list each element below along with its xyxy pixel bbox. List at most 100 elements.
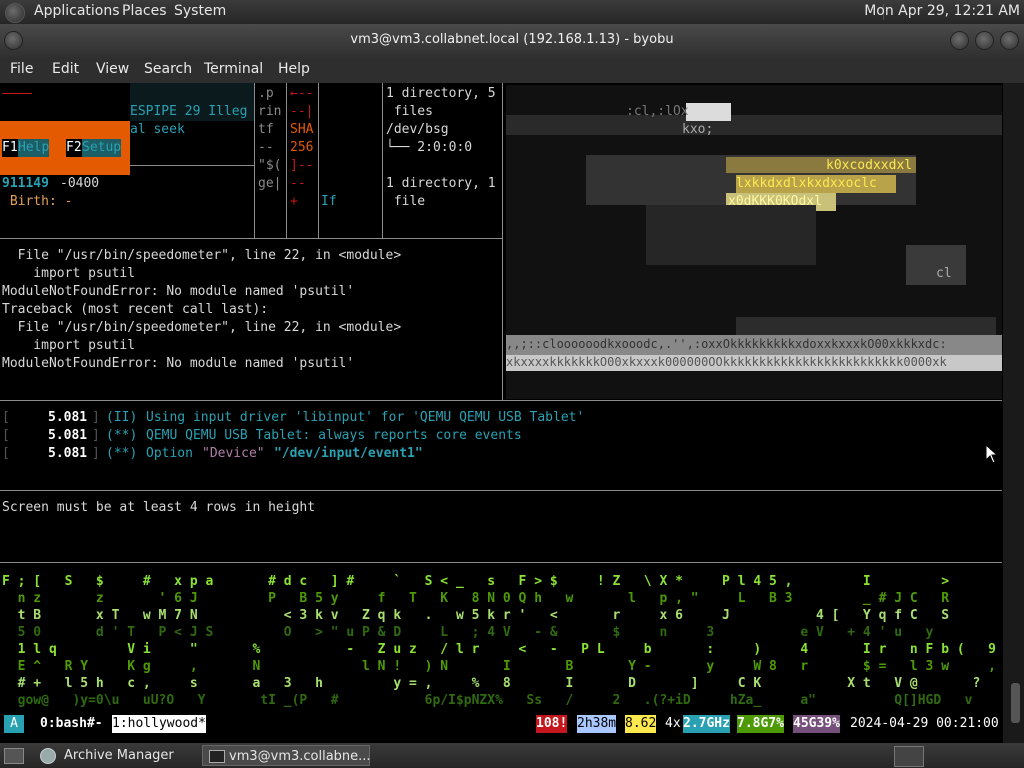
errno-line1: ESPIPE 29 Illeg bbox=[130, 104, 248, 119]
errno-line2: al seek bbox=[130, 122, 185, 137]
pane-divider bbox=[318, 83, 319, 238]
pane-divider bbox=[382, 83, 383, 238]
f2-label[interactable]: Setup bbox=[82, 139, 122, 157]
narrow-text: ←-- bbox=[290, 86, 314, 101]
cpu-freq: 2.7GHz bbox=[683, 715, 730, 733]
maximize-button[interactable] bbox=[975, 31, 994, 50]
traceback-line: import psutil bbox=[2, 338, 136, 353]
close-button[interactable] bbox=[1000, 31, 1019, 50]
tree-line: 1 directory, 5 bbox=[386, 86, 496, 101]
memory: 7.8G7% bbox=[737, 715, 784, 733]
dmesg-text: Using input driver 'libinput' for 'QEMU … bbox=[146, 410, 585, 425]
tree-line: files bbox=[386, 104, 433, 119]
window-tab-1[interactable]: 1:hollywood* bbox=[112, 715, 206, 733]
dmesg-value: "/dev/input/event1" bbox=[274, 446, 423, 461]
narrow-text: "$( bbox=[258, 158, 282, 173]
matrix-line: E ^ R Y K g , N l N ! ) N I B Y - y W 8 … bbox=[2, 659, 996, 674]
matrix-line: gow@ )y=0\u uU?O Y tI _(P # 6p/I$pNZX% S… bbox=[2, 693, 1024, 708]
matrix-line: t B x T w M 7 N < 3 k v Z q k . w 5 k r … bbox=[2, 608, 950, 623]
birth-line: Birth: - bbox=[2, 194, 73, 209]
menu-help[interactable]: Help bbox=[278, 61, 310, 77]
menu-file[interactable]: File bbox=[10, 61, 33, 77]
traceback-line: ModuleNotFoundError: No module named 'ps… bbox=[2, 356, 355, 371]
dmesg-level: (**) bbox=[106, 428, 138, 443]
applications-menu-icon[interactable] bbox=[5, 3, 25, 23]
workspace-switcher[interactable] bbox=[894, 746, 924, 767]
screen-message: Screen must be at least 4 rows in height bbox=[2, 500, 316, 515]
narrow-pane-3: If bbox=[321, 194, 337, 209]
ascii-text: :cl,:lOx bbox=[626, 104, 689, 119]
taskbar-item-terminal[interactable]: vm3@vm3.collabne... bbox=[202, 745, 371, 766]
minimize-button[interactable] bbox=[950, 31, 969, 50]
taskbar-item-label: vm3@vm3.collabne... bbox=[229, 749, 371, 764]
load-average: 8.62 bbox=[625, 715, 657, 733]
ascii-text: xkxxxxkkkkkkkO00xkxxxk000000OOkkkkkkkkkk… bbox=[506, 355, 947, 369]
dmesg-bracket: ] bbox=[92, 446, 100, 461]
pane-divider bbox=[0, 400, 1002, 401]
places-menu[interactable]: Places bbox=[122, 3, 167, 19]
dmesg-timestamp: 5.081 bbox=[48, 410, 88, 425]
menu-search[interactable]: Search bbox=[144, 61, 192, 77]
applications-menu[interactable]: Applications bbox=[34, 3, 120, 19]
cpu-cores: 4x bbox=[665, 716, 681, 731]
narrow-text: -- bbox=[290, 176, 306, 191]
updates-badge: 108! bbox=[536, 715, 568, 733]
dmesg-bracket: ] bbox=[92, 428, 100, 443]
traceback-line: File "/usr/bin/speedometer", line 22, in… bbox=[2, 248, 402, 263]
window-tab-0[interactable]: 0:bash#- bbox=[40, 715, 103, 733]
matrix-line: n z z ' 6 J P B 5 y f T K 8 N 0 Q h w l … bbox=[2, 591, 950, 606]
narrow-text: ge| bbox=[258, 176, 282, 191]
disk: 45G39% bbox=[793, 715, 840, 733]
pane-divider bbox=[254, 83, 255, 238]
ascii-text: ,,;::cloooooodkxooodc,.'',:oxxOkkkkkkkkk… bbox=[506, 337, 947, 351]
pane-divider bbox=[502, 83, 503, 401]
narrow-text: ]-- bbox=[290, 158, 314, 173]
f1-key[interactable]: F1 bbox=[2, 139, 18, 157]
taskbar-item-label: Archive Manager bbox=[64, 748, 174, 763]
tree-line: 1 directory, 1 bbox=[386, 176, 496, 191]
ascii-text: x0dKKK0KOdxl bbox=[728, 194, 822, 209]
taskbar-item-archive-manager[interactable]: Archive Manager bbox=[34, 745, 224, 766]
show-desktop-icon[interactable] bbox=[4, 748, 24, 764]
dmesg-level: (II) bbox=[106, 410, 138, 425]
terminal-scrollbar[interactable] bbox=[1003, 83, 1024, 743]
f2-key[interactable]: F2 bbox=[66, 139, 82, 157]
pane-divider bbox=[286, 83, 287, 238]
dmesg-text: QEMU QEMU USB Tablet: always reports cor… bbox=[146, 428, 522, 443]
dmesg-text: Option bbox=[146, 446, 201, 461]
narrow-text: + bbox=[290, 194, 298, 209]
dmesg-level: (**) bbox=[106, 446, 138, 461]
top-panel: Applications Places System Mon Apr 29, 1… bbox=[0, 0, 1024, 24]
clock[interactable]: Mon Apr 29, 12:21 AM bbox=[864, 3, 1020, 19]
terminal-area[interactable]: F1 Help F2 Setup 911149 -0400 Birth: - E… bbox=[0, 83, 1024, 743]
timestamp: 911149 bbox=[2, 176, 49, 191]
dmesg-timestamp: 5.081 bbox=[48, 446, 88, 461]
dmesg-timestamp: 5.081 bbox=[48, 428, 88, 443]
dmesg-bracket: [ bbox=[2, 446, 10, 461]
pane-divider bbox=[0, 562, 1002, 563]
menu-edit[interactable]: Edit bbox=[52, 61, 79, 77]
f1-label[interactable]: Help bbox=[18, 139, 50, 157]
timezone: -0400 bbox=[60, 176, 100, 191]
narrow-text: tf bbox=[258, 122, 274, 137]
byobu-status-bar: A 0:bash#- 1:hollywood* 108! 2h38m 8.62 … bbox=[0, 713, 1003, 735]
tree-line: └── 2:0:0:0 bbox=[386, 140, 473, 155]
matrix-line: 1 l q V i " % - Z u z / l r < - P L b : … bbox=[2, 642, 1012, 657]
archive-manager-icon bbox=[40, 748, 56, 764]
ascii-text: kxo; bbox=[682, 122, 714, 137]
ascii-text: lxkkdxdlxkxdxxoclc bbox=[736, 176, 877, 191]
narrow-text: 256 bbox=[290, 140, 314, 155]
matrix-line: 5 0 d ' T P < J S O > " u P & D L ; 4 V … bbox=[2, 625, 934, 640]
scrollbar-thumb[interactable] bbox=[1011, 683, 1020, 723]
narrow-text: --| bbox=[290, 104, 314, 119]
menu-view[interactable]: View bbox=[96, 61, 129, 77]
traceback-line: import psutil bbox=[2, 266, 136, 281]
menu-terminal[interactable]: Terminal bbox=[204, 61, 263, 77]
dmesg-bracket: [ bbox=[2, 428, 10, 443]
system-menu[interactable]: System bbox=[174, 3, 226, 19]
dmesg-option: "Device" bbox=[202, 446, 265, 461]
window-titlebar[interactable]: vm3@vm3.collabnet.local (192.168.1.13) -… bbox=[0, 24, 1024, 57]
narrow-text: rin bbox=[258, 104, 282, 119]
narrow-text: -- bbox=[258, 140, 274, 155]
menubar: File Edit View Search Terminal Help bbox=[0, 57, 1024, 83]
